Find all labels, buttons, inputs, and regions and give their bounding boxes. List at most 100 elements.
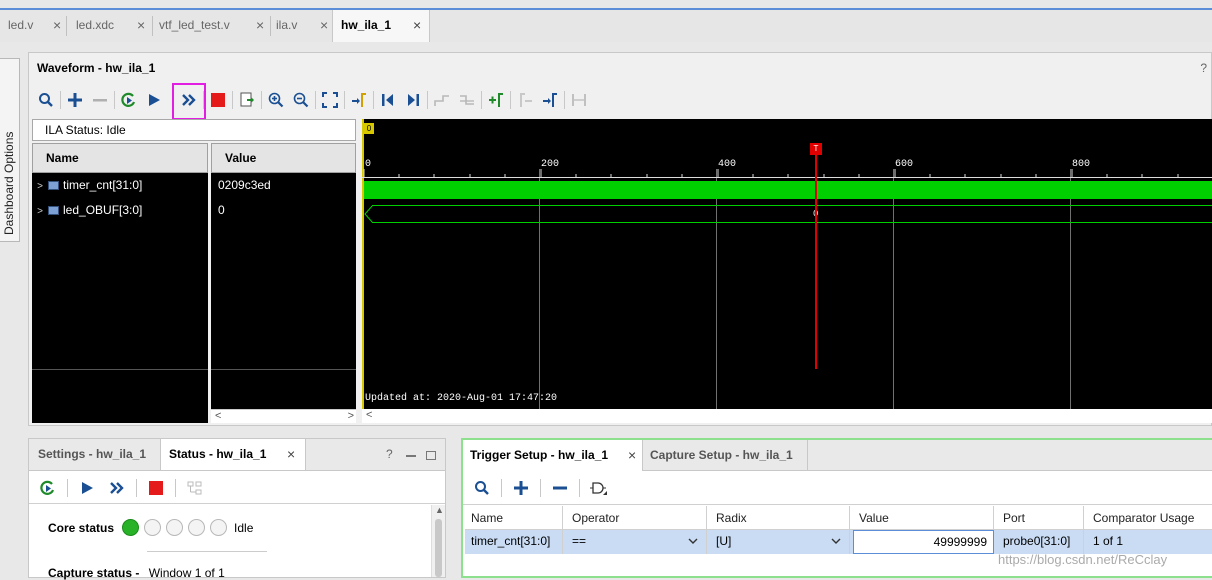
toolbar-separator [540, 479, 541, 497]
timer-cnt-waveform [364, 181, 1212, 199]
tab-label: Status - hw_ila_1 [169, 447, 267, 461]
expand-chevron-icon[interactable]: > [32, 174, 48, 199]
status-led-icon [144, 519, 162, 536]
run-trigger-icon[interactable] [76, 477, 98, 499]
add-marker-icon[interactable] [485, 89, 507, 111]
column-header-port[interactable]: Port [997, 506, 1084, 530]
name-column-header[interactable]: Name [32, 143, 208, 173]
signal-row[interactable]: > timer_cnt[31:0] [32, 173, 208, 198]
tab-status[interactable]: Status - hw_ila_1 × [160, 439, 306, 470]
remove-icon[interactable] [89, 89, 111, 111]
add-icon[interactable] [64, 89, 86, 111]
scroll-left-icon[interactable]: < [215, 410, 221, 422]
swap-cursors-icon[interactable] [568, 89, 590, 111]
run-trigger-immediate-icon[interactable] [37, 477, 59, 499]
toolbar-separator [60, 91, 61, 109]
maximize-icon[interactable] [426, 451, 436, 460]
dashboard-options-label: Dashboard Options [2, 131, 16, 235]
add-probe-icon[interactable] [510, 477, 532, 499]
tab-ila-v[interactable]: ila.v × [270, 10, 332, 42]
led-obuf-waveform [372, 205, 1212, 223]
scroll-right-icon[interactable]: > [348, 410, 354, 422]
table-row[interactable]: timer_cnt[31:0] == [U] 49999999 probe0[3… [465, 530, 1212, 554]
tab-vtf-led-test[interactable]: vtf_led_test.v × [152, 10, 268, 42]
toolbar-separator [175, 479, 176, 497]
tab-capture-setup[interactable]: Capture Setup - hw_ila_1 [650, 440, 808, 471]
hierarchy-icon[interactable] [184, 477, 206, 499]
chevron-down-icon[interactable] [831, 538, 841, 545]
column-header-radix[interactable]: Radix [710, 506, 850, 530]
value-scrollbar[interactable]: < > [211, 409, 356, 423]
tab-trigger-setup[interactable]: Trigger Setup - hw_ila_1 × [463, 440, 643, 471]
tab-settings[interactable]: Settings - hw_ila_1 [38, 439, 160, 470]
go-to-time-zero-icon[interactable] [377, 89, 399, 111]
expand-chevron-icon[interactable]: > [32, 199, 48, 224]
chevron-down-icon[interactable] [688, 538, 698, 545]
close-icon[interactable]: × [628, 440, 636, 471]
signal-row[interactable]: > led_OBUF[3:0] [32, 198, 208, 223]
close-icon[interactable]: × [413, 10, 421, 40]
previous-marker-icon[interactable] [514, 89, 536, 111]
zoom-out-icon[interactable] [290, 89, 312, 111]
minimize-icon[interactable] [406, 455, 416, 457]
remove-probe-icon[interactable] [549, 477, 571, 499]
toolbar-separator [67, 479, 68, 497]
core-status-label: Core status [48, 520, 115, 535]
run-trigger-icon[interactable] [143, 89, 165, 111]
column-header-name[interactable]: Name [465, 506, 563, 530]
tab-label: vtf_led_test.v [159, 18, 230, 32]
help-icon[interactable]: ? [1200, 61, 1207, 75]
search-icon[interactable] [471, 477, 493, 499]
previous-transition-icon[interactable] [431, 89, 453, 111]
trigger-cursor[interactable] [815, 147, 817, 369]
value-column-header[interactable]: Value [211, 143, 356, 173]
zoom-fit-icon[interactable] [319, 89, 341, 111]
tab-hw-ila-1[interactable]: hw_ila_1 × [332, 10, 430, 42]
next-transition-icon[interactable] [456, 89, 478, 111]
radix-select[interactable]: [U] [710, 530, 850, 554]
close-icon[interactable]: × [320, 10, 328, 40]
time-zero-line [362, 119, 364, 409]
status-led-icon [210, 519, 228, 536]
status-scrollbar[interactable]: ▲ [431, 505, 445, 577]
run-trigger-immediate-icon[interactable] [118, 89, 140, 111]
scroll-left-icon[interactable]: < [366, 409, 372, 421]
search-icon[interactable] [35, 89, 57, 111]
operator-select[interactable]: == [566, 530, 707, 554]
zoom-in-icon[interactable] [265, 89, 287, 111]
help-icon[interactable]: ? [386, 447, 393, 461]
close-icon[interactable]: × [137, 10, 145, 40]
column-header-comparator-usage[interactable]: Comparator Usage [1087, 506, 1212, 530]
signal-value: 0 [218, 203, 225, 217]
go-to-cursor-icon[interactable] [348, 89, 370, 111]
tab-led-v[interactable]: led.v × [0, 10, 64, 42]
stop-icon[interactable] [145, 477, 167, 499]
run-trigger-immediate-fast-icon[interactable] [106, 477, 128, 499]
tab-led-xdc[interactable]: led.xdc × [68, 10, 150, 42]
close-icon[interactable]: × [287, 439, 295, 470]
export-icon[interactable] [236, 89, 258, 111]
waveform-canvas[interactable]: 0 0 200 400 600 800 0 T Updated at: 2020… [362, 119, 1212, 419]
tab-label: ila.v [276, 18, 298, 32]
trigger-toolbar [471, 477, 610, 499]
stop-icon[interactable] [207, 89, 229, 111]
next-marker-icon[interactable] [539, 89, 561, 111]
close-icon[interactable]: × [53, 10, 61, 40]
trigger-marker[interactable]: T [810, 143, 822, 155]
bus-signal-icon [48, 206, 59, 215]
comparator-usage: 1 of 1 [1093, 534, 1124, 548]
trigger-value-input[interactable]: 49999999 [853, 530, 994, 554]
dashboard-options-tab[interactable]: Dashboard Options [0, 58, 20, 242]
go-to-last-time-icon[interactable] [402, 89, 424, 111]
column-header-operator[interactable]: Operator [566, 506, 707, 530]
close-icon[interactable]: × [256, 10, 264, 40]
row-divider [32, 369, 208, 370]
trigger-condition-icon[interactable] [588, 477, 610, 499]
scroll-up-icon[interactable]: ▲ [435, 505, 444, 515]
column-header-value[interactable]: Value [853, 506, 994, 530]
waveform-scrollbar[interactable]: < [362, 409, 1212, 423]
toolbar-separator [481, 91, 482, 109]
toolbar-separator [344, 91, 345, 109]
toolbar-separator [114, 91, 115, 109]
scroll-thumb[interactable] [435, 519, 442, 577]
